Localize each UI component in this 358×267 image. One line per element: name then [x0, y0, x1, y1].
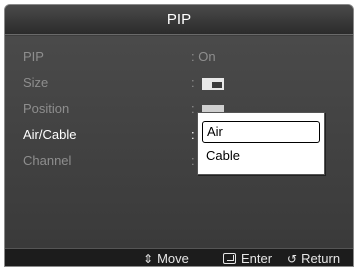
enter-icon [223, 253, 236, 264]
menu-item-value: : [191, 75, 195, 90]
menu-item-value: : [191, 153, 195, 168]
size-icon [202, 77, 225, 90]
pip-menu-screen: PIP PIP : On Size : Position : Air/Cable… [4, 4, 354, 267]
menu-title: PIP [5, 5, 353, 35]
menu-item-label: Size [23, 75, 49, 90]
menu-item-label: PIP [23, 49, 44, 64]
return-hint: ↺ Return [287, 249, 341, 266]
return-icon: ↺ [287, 252, 298, 266]
menu-item-value-wrap: : [191, 70, 225, 96]
enter-hint: Enter [223, 249, 273, 266]
dropdown-option-air[interactable]: Air [202, 121, 320, 143]
air-cable-dropdown[interactable]: Air Cable [197, 112, 325, 175]
return-label: Return [301, 251, 341, 266]
menu-item-pip[interactable]: PIP : On [5, 44, 353, 70]
help-bar: ⇕ Move Enter ↺ Return [5, 248, 353, 266]
enter-label: Enter [241, 251, 273, 266]
menu-item-value: : On [191, 49, 216, 64]
menu-item-size[interactable]: Size : [5, 70, 353, 96]
menu-item-value: : [191, 101, 195, 116]
menu-item-label: Air/Cable [23, 127, 77, 142]
dropdown-option-cable[interactable]: Cable [202, 145, 320, 167]
menu-item-value: : [191, 127, 195, 142]
move-hint: ⇕ Move [143, 249, 189, 266]
menu-item-label: Position [23, 101, 70, 116]
move-label: Move [157, 251, 189, 266]
up-down-arrow-icon: ⇕ [143, 252, 154, 266]
menu-item-label: Channel [23, 153, 72, 168]
